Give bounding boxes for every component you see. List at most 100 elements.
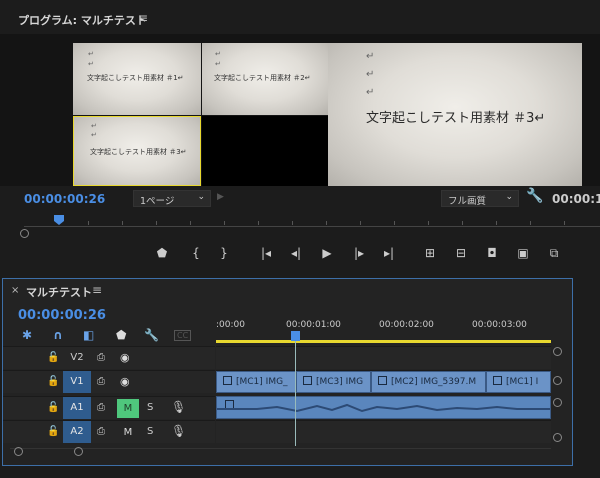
work-area-bar[interactable]: [216, 340, 551, 343]
camera-angle-1[interactable]: ↵ ↵ 文字起こしテスト用素材 ＃1↵: [73, 43, 201, 115]
chevron-down-icon: ⌄: [197, 192, 205, 202]
add-marker-icon[interactable]: ◧: [83, 328, 94, 342]
zoom-handle[interactable]: [20, 229, 29, 238]
ruler-label: 00:00:01:00: [286, 320, 341, 330]
track-target-v2[interactable]: V2: [63, 347, 91, 369]
sync-lock-icon[interactable]: ⎙: [97, 426, 105, 437]
clip[interactable]: [MC2] IMG_5397.M: [371, 371, 486, 393]
play-icon[interactable]: ▶: [315, 246, 339, 260]
timeline-settings-wrench-icon[interactable]: 🔧: [144, 328, 159, 342]
lock-icon[interactable]: 🔓: [47, 402, 59, 413]
camera-angle-2[interactable]: ↵ ↵ 文字起こしテスト用素材 ＃2↵: [202, 43, 328, 115]
zoom-handle-right[interactable]: [74, 447, 83, 456]
in-point-icon[interactable]: {: [184, 246, 208, 260]
panel-menu-icon[interactable]: ≡: [138, 11, 148, 25]
program-output-view: ↵ ↵ ↵ 文字起こしテスト用素材 ＃3↵: [328, 43, 582, 186]
track-header-v2: 🔓 V2 ⎙ ◉: [3, 346, 215, 369]
mini-playhead[interactable]: [54, 215, 64, 225]
close-icon[interactable]: ×: [11, 285, 19, 296]
mini-timeline-track[interactable]: [24, 226, 600, 227]
track-lane-v2[interactable]: [216, 346, 551, 369]
fx-badge-icon: [378, 376, 387, 385]
sync-lock-icon[interactable]: ⎙: [97, 352, 105, 363]
audio-clip-a1[interactable]: [216, 396, 551, 419]
mute-button-a1[interactable]: M: [117, 399, 139, 418]
lock-icon[interactable]: 🔓: [47, 376, 59, 387]
marker-icon[interactable]: ⬟: [116, 328, 126, 342]
solo-button-a1[interactable]: S: [147, 402, 153, 413]
scroll-handle[interactable]: [553, 398, 562, 407]
return-mark: ↵: [215, 60, 221, 68]
solo-button-a2[interactable]: S: [147, 426, 153, 437]
comparison-view-icon[interactable]: ▣: [511, 246, 535, 260]
sync-lock-icon[interactable]: ⎙: [97, 402, 105, 413]
extract-icon[interactable]: ⊟: [449, 246, 473, 260]
marker-icon[interactable]: ⬟: [150, 246, 174, 260]
track-lane-a2[interactable]: [216, 420, 551, 443]
track-lane-v1[interactable]: [MC1] IMG_ [MC3] IMG [MC2] IMG_5397.M [M…: [216, 370, 551, 393]
eye-icon[interactable]: ◉: [120, 375, 130, 388]
return-mark: ↵: [91, 122, 97, 130]
clip-label: [MC2] IMG_5397.M: [391, 377, 477, 387]
snap-icon[interactable]: ✱: [22, 328, 32, 342]
step-forward-icon[interactable]: |▸: [347, 246, 371, 260]
horizontal-scrollbar[interactable]: [10, 448, 551, 456]
camera-angle-3-selected[interactable]: ↵ ↵ 文字起こしテスト用素材 ＃3↵: [73, 116, 201, 186]
clip[interactable]: [MC3] IMG: [296, 371, 371, 393]
fx-badge-icon: [303, 376, 312, 385]
zoom-handle-left[interactable]: [14, 447, 23, 456]
microphone-icon[interactable]: 🎙: [171, 400, 186, 414]
eye-icon[interactable]: ◉: [120, 351, 130, 364]
track-target-v1[interactable]: V1: [63, 371, 91, 393]
program-monitor-title[interactable]: プログラム: マルチテスト: [18, 12, 147, 28]
return-mark: ↵: [366, 69, 375, 80]
panel-menu-icon[interactable]: ≡: [92, 283, 102, 297]
lock-icon[interactable]: 🔓: [47, 426, 59, 437]
track-header-v1: 🔓 V1 ⎙ ◉: [3, 370, 215, 393]
mute-button-a2[interactable]: M: [117, 423, 139, 442]
scroll-handle[interactable]: [553, 433, 562, 442]
page-select[interactable]: 1ページ ⌄: [133, 190, 211, 207]
scroll-handle[interactable]: [553, 376, 562, 385]
camera-angle-4-empty[interactable]: [202, 116, 328, 186]
out-point-icon[interactable]: }: [212, 246, 236, 260]
fx-badge-icon: [223, 376, 232, 385]
camera-text: 文字起こしテスト用素材 ＃2↵: [214, 74, 311, 82]
lift-icon[interactable]: ⊞: [418, 246, 442, 260]
microphone-icon[interactable]: 🎙: [171, 424, 186, 438]
audio-waveform: [217, 403, 550, 413]
settings-wrench-icon[interactable]: 🔧: [526, 188, 543, 204]
ruler-label: 00:00:03:00: [472, 320, 527, 330]
return-mark: ↵: [88, 50, 94, 58]
camera-text: 文字起こしテスト用素材 ＃3↵: [90, 148, 187, 156]
clip-label: [MC1] I: [506, 377, 539, 387]
sync-lock-icon[interactable]: ⎙: [97, 376, 105, 387]
timeline-playhead-line: [295, 341, 296, 446]
camera-text: 文字起こしテスト用素材 ＃1↵: [87, 74, 184, 82]
clip[interactable]: [MC1] IMG_: [216, 371, 296, 393]
chevron-down-icon: ⌄: [505, 192, 513, 202]
lock-icon[interactable]: 🔓: [47, 352, 59, 363]
track-target-a1[interactable]: A1: [63, 397, 91, 419]
go-to-in-icon[interactable]: |◂: [254, 246, 278, 260]
step-back-icon[interactable]: ◂|: [284, 246, 308, 260]
playback-resolution-select[interactable]: フル画質 ⌄: [441, 190, 519, 207]
timeline-playhead[interactable]: [291, 331, 300, 341]
program-text: 文字起こしテスト用素材 ＃3↵: [366, 111, 546, 126]
go-to-out-icon[interactable]: ▸|: [377, 246, 401, 260]
track-header-a2: 🔓 A2 ⎙ M S 🎙: [3, 420, 215, 443]
track-header-a1: 🔓 A1 ⎙ M S 🎙: [3, 396, 215, 419]
resolution-value: フル画質: [448, 196, 487, 207]
scroll-handle[interactable]: [553, 347, 562, 356]
timeline-timecode[interactable]: 00:00:00:26: [18, 308, 106, 323]
export-frame-icon[interactable]: ◘: [480, 246, 504, 260]
clip-label: [MC3] IMG: [316, 377, 364, 387]
return-mark: ↵: [366, 87, 375, 98]
clip[interactable]: [MC1] I: [486, 371, 551, 393]
playhead-timecode[interactable]: 00:00:00:26: [24, 192, 105, 206]
track-target-a2[interactable]: A2: [63, 421, 91, 443]
linked-selection-icon[interactable]: ∩: [53, 328, 63, 342]
timeline-tab-title[interactable]: マルチテスト: [26, 284, 92, 300]
captions-icon[interactable]: CC: [174, 330, 192, 341]
button-editor-icon[interactable]: ⧉: [542, 246, 566, 261]
